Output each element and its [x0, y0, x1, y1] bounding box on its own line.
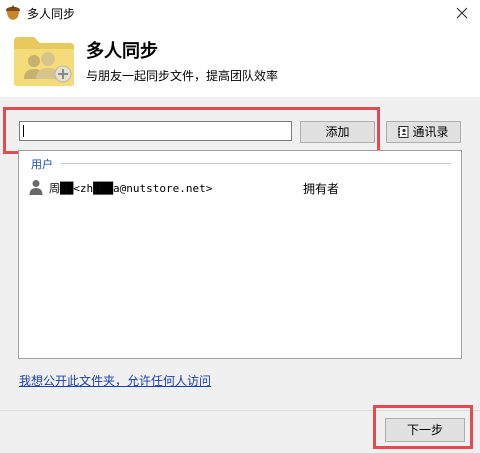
user-list[interactable]: 用户 周██<zh███a@nutstore.net> 拥有者: [18, 150, 462, 359]
group-label-users: 用户: [31, 158, 53, 171]
group-divider: [61, 163, 451, 164]
contacts-button[interactable]: 通讯录: [386, 121, 461, 143]
make-public-link[interactable]: 我想公开此文件夹，允许任何人访问: [19, 372, 211, 389]
close-icon[interactable]: [452, 3, 472, 23]
user-role: 拥有者: [303, 182, 340, 196]
next-button[interactable]: 下一步: [385, 418, 465, 442]
acorn-icon: [6, 5, 20, 20]
text-caret: [23, 125, 24, 137]
user-icon: [29, 180, 43, 195]
page-title: 多人同步: [86, 41, 158, 62]
invite-input[interactable]: [19, 121, 292, 141]
address-book-icon: [398, 126, 409, 138]
user-name: 周██<zh███a@nutstore.net>: [49, 182, 213, 195]
title-bar: 多人同步: [0, 0, 480, 26]
page-subtitle: 与朋友一起同步文件，提高团队效率: [86, 69, 279, 83]
window-title: 多人同步: [27, 7, 76, 21]
list-item[interactable]: 周██<zh███a@nutstore.net> 拥有者: [29, 178, 449, 196]
shared-folder-icon: [14, 37, 74, 86]
contacts-button-label: 通讯录: [412, 125, 449, 139]
add-button[interactable]: 添加: [300, 121, 375, 143]
